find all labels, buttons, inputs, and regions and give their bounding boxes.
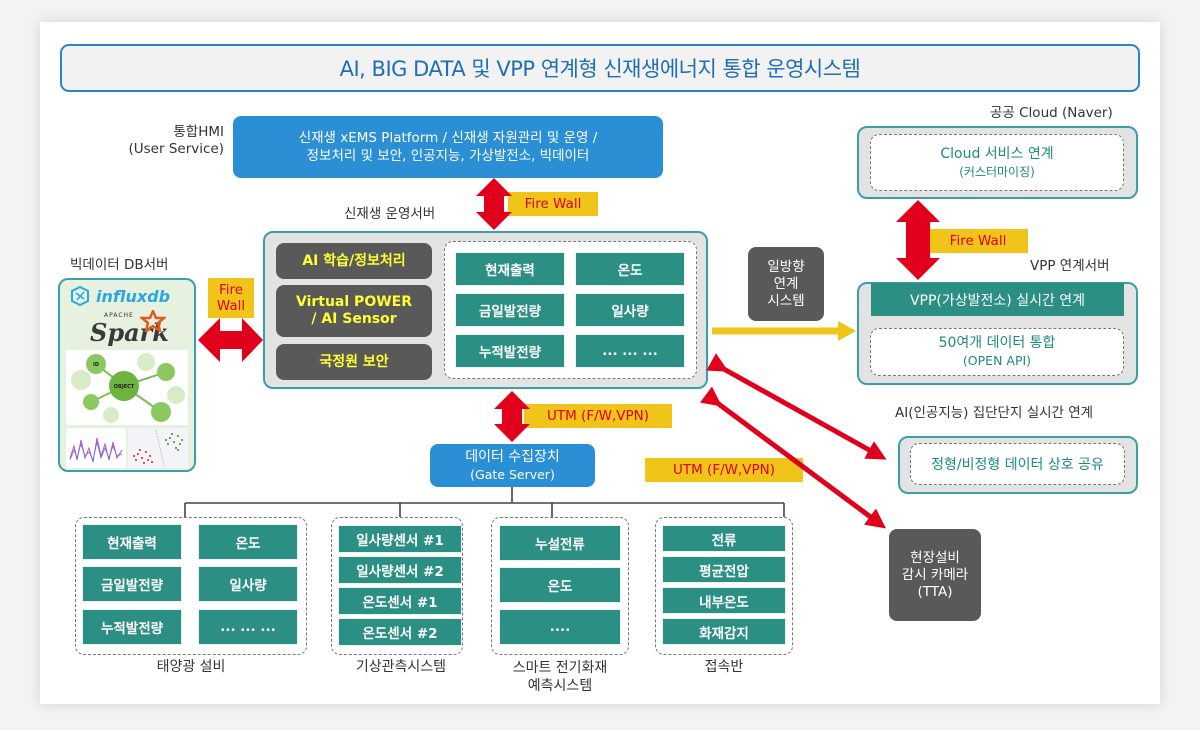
influxdb-logo: influxdb: [70, 286, 170, 306]
group-solar-label: 태양광 설비: [156, 659, 226, 675]
bigdata-label: 빅데이터 DB서버: [70, 257, 169, 273]
diagram-title-text: AI, BIG DATA 및 VPP 연계형 신재생에너지 통합 운영시스템: [339, 57, 861, 81]
fire-cell: 누설전류: [499, 525, 621, 561]
ops-cell: 누적발전량: [455, 334, 565, 368]
scatter-chart-thumbnail: [128, 428, 188, 468]
vpp-data-box: 50여개 데이터 통합 (OPEN API): [870, 328, 1124, 376]
weather-cell: 온도센서 #1: [338, 587, 462, 615]
module-virtual-power-line1: Virtual POWER: [295, 294, 413, 310]
object-graph-icon: ID OBJECT: [71, 353, 185, 423]
firewall-tag-bigdata-line1: Fire: [218, 282, 244, 298]
ops-cell: 일사량: [575, 293, 685, 327]
oneway-line3: 시스템: [767, 292, 805, 309]
module-ai-learning-text: AI 학습/정보처리: [302, 252, 406, 269]
timeseries-chart-thumbnail: [66, 428, 126, 468]
module-security-text: 국정원 보안: [319, 353, 389, 370]
hmi-box-line2: 정보처리 및 보안, 인공지능, 가상발전소, 빅데이터: [306, 148, 590, 164]
influxdb-text: influxdb: [96, 286, 171, 306]
weather-cell: 일사량센서 #1: [338, 525, 462, 553]
influxdb-icon: [71, 286, 89, 306]
scatter-chart-icon: [133, 429, 183, 467]
gateway-line1: 데이터 수집장치: [465, 448, 560, 465]
junction-cell: 내부온도: [662, 587, 786, 614]
group-junction-label: 접속반: [704, 659, 744, 675]
camera-line2: 감시 카메라: [901, 566, 969, 583]
hmi-label-line2: (User Service): [128, 141, 225, 157]
group-fire-label-line1: 스마트 전기화재: [512, 660, 608, 676]
ops-cell: 온도: [575, 252, 685, 286]
cloud-service-line1: Cloud 서비스 연계: [940, 145, 1054, 162]
firewall-tag-cloud: Fire Wall: [928, 229, 1028, 253]
cloud-service-box: Cloud 서비스 연계 (커스터마이징): [870, 134, 1124, 191]
vpp-data-line1: 50여개 데이터 통합: [938, 335, 1056, 351]
utm-tag-center: UTM (F/W,VPN): [524, 404, 672, 428]
graph-node-id: ID: [93, 362, 99, 368]
junction-cell: 전류: [662, 525, 786, 552]
solar-cell: 금일발전량: [82, 566, 182, 602]
hmi-label-line1: 통합HMI: [173, 124, 224, 140]
ops-cell: 현재출력: [455, 252, 565, 286]
oneway-system-box: 일방향 연계 시스템: [748, 247, 824, 321]
camera-box: 현장설비 감시 카메라 (TTA): [889, 529, 981, 621]
weather-cell: 온도센서 #2: [338, 618, 462, 646]
group-fire-label: 스마트 전기화재 예측시스템: [491, 659, 629, 695]
firewall-tag-top: Fire Wall: [508, 192, 598, 216]
ai-complex-label: AI(인공지능) 집단단지 실시간 연계: [895, 405, 1094, 421]
bigdata-server-box: influxdb APACHE Spark ID OBJECT: [58, 278, 196, 472]
gateway-box: 데이터 수집장치 (Gate Server): [430, 444, 595, 487]
oneway-line1: 일방향: [767, 258, 805, 275]
group-fire-label-line2: 예측시스템: [527, 678, 593, 694]
ai-complex-box: 정형/비정형 데이터 상호 공유: [910, 443, 1125, 485]
spark-logo: APACHE Spark: [90, 310, 170, 348]
module-virtual-power-line2: / AI Sensor: [311, 311, 397, 327]
hmi-box-line1: 신재생 xEMS Platform / 신재생 자원관리 및 운영 /: [298, 130, 598, 146]
utm-tag-right: UTM (F/W,VPN): [645, 458, 803, 482]
vpp-data-line2: (OPEN API): [962, 353, 1032, 368]
hmi-label: 통합HMI (User Service): [129, 124, 225, 158]
solar-cell: 온도: [198, 524, 298, 560]
solar-cell: ... ... ...: [198, 609, 298, 645]
oneway-line2: 연계: [773, 275, 799, 292]
fire-cell: ....: [499, 609, 621, 645]
module-virtual-power: Virtual POWER / AI Sensor: [276, 285, 432, 337]
camera-line1: 현장설비: [910, 549, 960, 566]
weather-cell: 일사량센서 #2: [338, 556, 462, 584]
vpp-header: VPP(가상발전소) 실시간 연계: [871, 283, 1124, 316]
ops-server-label: 신재생 운영서버: [344, 206, 436, 222]
firewall-tag-bigdata: Fire Wall: [208, 278, 254, 318]
ops-cell: 금일발전량: [455, 293, 565, 327]
diagram-title: AI, BIG DATA 및 VPP 연계형 신재생에너지 통합 운영시스템: [60, 44, 1140, 92]
solar-cell: 누적발전량: [82, 609, 182, 645]
junction-cell: 평균전압: [662, 556, 786, 583]
fire-cell: 온도: [499, 567, 621, 603]
line-chart-icon: [69, 437, 123, 463]
group-weather-label: 기상관측시스템: [355, 659, 447, 675]
firewall-tag-bigdata-line2: Wall: [216, 298, 246, 314]
ops-cell: ... ... ...: [575, 334, 685, 368]
spark-star-icon: [140, 310, 166, 332]
solar-cell: 현재출력: [82, 524, 182, 560]
solar-cell: 일사량: [198, 566, 298, 602]
gateway-line2: (Gate Server): [470, 466, 555, 482]
vpp-label: VPP 연계서버: [1030, 258, 1110, 274]
module-ai-learning: AI 학습/정보처리: [276, 243, 432, 279]
junction-cell: 화재감지: [662, 618, 786, 645]
module-security: 국정원 보안: [276, 344, 432, 380]
cloud-label: 공공 Cloud (Naver): [990, 105, 1113, 121]
camera-line3: (TTA): [917, 583, 953, 600]
cloud-service-line2: (커스터마이징): [959, 164, 1035, 179]
graph-node-object: OBJECT: [114, 384, 135, 390]
graph-visual: ID OBJECT: [66, 350, 188, 425]
hmi-platform-box: 신재생 xEMS Platform / 신재생 자원관리 및 운영 / 정보처리…: [233, 116, 663, 178]
